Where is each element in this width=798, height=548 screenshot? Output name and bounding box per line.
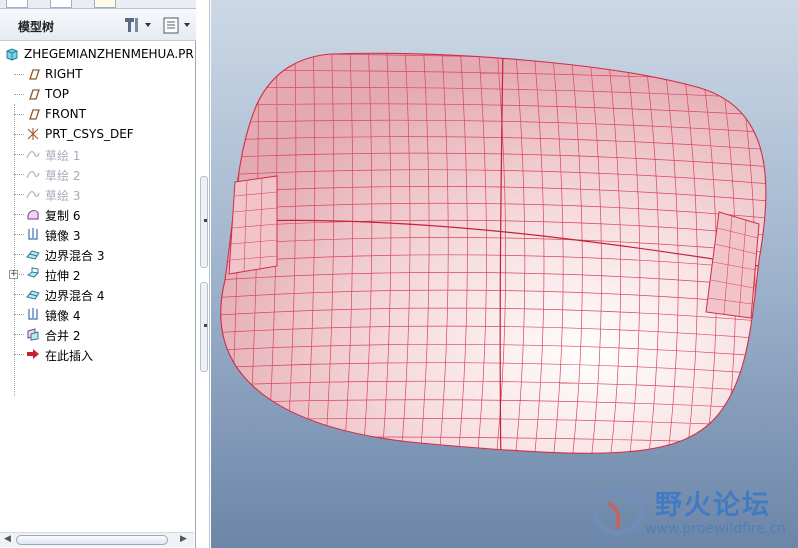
forum-logo-icon	[592, 487, 645, 536]
tree-connector	[14, 254, 24, 255]
scroll-right-icon[interactable]: ▶	[180, 534, 187, 544]
tree-item[interactable]: 复制 6	[0, 204, 194, 224]
surface-model[interactable]	[211, 0, 798, 548]
datum-plane-icon	[29, 109, 40, 120]
tree-item-label: 草绘 1	[45, 149, 81, 163]
sketch-icon	[26, 190, 40, 199]
splitter-grip-lower[interactable]	[200, 282, 208, 372]
tree-item-label: 镜像 4	[45, 309, 81, 323]
tree-item[interactable]: 镜像 4	[0, 304, 194, 324]
model-tree-toolbar: 模型树	[0, 9, 196, 41]
tree-item-label: FRONT	[45, 107, 86, 121]
tree-item-label: 边界混合 4	[45, 289, 105, 303]
tree-connector	[14, 154, 24, 155]
tree-item[interactable]: RIGHT	[0, 64, 194, 84]
tree-item[interactable]: 边界混合 3	[0, 244, 194, 264]
boundary-blend-icon	[26, 250, 40, 260]
insert-arrow-icon	[27, 349, 39, 359]
graphics-viewport[interactable]	[211, 0, 798, 548]
tree-item-label: PRT_CSYS_DEF	[45, 127, 134, 141]
tree-item-label: 边界混合 3	[45, 249, 105, 263]
scroll-left-icon[interactable]: ◀	[4, 534, 11, 544]
datum-plane-icon	[29, 89, 40, 100]
part-icon	[6, 48, 18, 61]
tree-connector	[14, 234, 24, 235]
watermark-url: www.proewildfire.cn	[645, 521, 787, 537]
tree-connector	[14, 194, 24, 195]
splitter-dot-lower	[204, 324, 207, 327]
splitter-grip-upper[interactable]	[200, 176, 208, 268]
tree-item-label: 在此插入	[45, 349, 94, 363]
tree-connector	[14, 134, 24, 135]
tree-connector	[14, 114, 24, 115]
tree-item-label: 合并 2	[45, 329, 81, 343]
mirror-icon	[28, 228, 38, 240]
tree-connector	[14, 354, 24, 355]
model-tree: ZHEGEMIANZHENMEHUA.PR RIGHT TOP FRONT PRT_C…	[0, 42, 194, 530]
tree-item-label: 草绘 3	[45, 189, 81, 203]
tab-model-tree[interactable]	[6, 0, 28, 8]
tree-connector	[14, 74, 24, 75]
datum-plane-icon	[29, 69, 40, 80]
tree-item[interactable]: 合并 2	[0, 324, 194, 344]
extrude-icon	[26, 267, 40, 278]
watermark-title: 野火论坛	[655, 490, 771, 521]
tree-root-label: ZHEGEMIANZHENMEHUA.PR	[24, 47, 194, 61]
expand-toggle[interactable]: +	[9, 270, 18, 279]
tree-connector	[14, 94, 24, 95]
model-tree-panel: 模型树 ZHEGEMIANZHENMEHUA.PR RIGHT TOP FRON…	[0, 0, 196, 548]
tree-item-label: 镜像 3	[45, 229, 81, 243]
tree-item-label: RIGHT	[45, 67, 83, 81]
tree-connector	[14, 174, 24, 175]
tree-item-label: 复制 6	[45, 209, 81, 223]
tree-connector	[14, 214, 24, 215]
splitter-dot-upper	[204, 219, 207, 222]
tree-item[interactable]: + 拉伸 2	[0, 264, 194, 284]
settings-tools-button[interactable]	[122, 15, 154, 35]
panel-title: 模型树	[18, 20, 55, 34]
tab-folder-browser[interactable]	[50, 0, 72, 8]
mirror-icon	[28, 308, 38, 320]
show-menu-button[interactable]	[162, 15, 194, 35]
tree-item[interactable]: 草绘 1	[0, 144, 194, 164]
tree-item[interactable]: 在此插入	[0, 344, 194, 364]
sketch-icon	[26, 150, 40, 159]
tree-item-label: 拉伸 2	[45, 269, 81, 283]
tree-item[interactable]: 镜像 3	[0, 224, 194, 244]
sketch-icon	[26, 170, 40, 179]
forum-watermark: 野火论坛 www.proewildfire.cn	[587, 481, 792, 543]
tab-favorites[interactable]	[94, 0, 116, 8]
tree-root[interactable]: ZHEGEMIANZHENMEHUA.PR	[0, 44, 194, 64]
panel-tabs	[0, 0, 196, 9]
tools-icon	[125, 18, 151, 32]
tree-item[interactable]: 草绘 2	[0, 164, 194, 184]
left-boundary-patch	[228, 175, 278, 275]
csys-icon	[27, 128, 39, 140]
copy-surface-icon	[27, 210, 39, 220]
tree-connector	[14, 294, 24, 295]
tree-item[interactable]: 边界混合 4	[0, 284, 194, 304]
horizontal-scrollbar[interactable]: ◀ ▶	[0, 532, 194, 547]
tree-connector	[14, 334, 24, 335]
boundary-blend-icon	[26, 290, 40, 300]
merge-icon	[27, 328, 39, 341]
surface-body	[220, 52, 767, 454]
tree-item[interactable]: 草绘 3	[0, 184, 194, 204]
tree-connector	[14, 314, 24, 315]
tree-item[interactable]: TOP	[0, 84, 194, 104]
panel-splitter[interactable]	[196, 0, 210, 548]
tree-item[interactable]: PRT_CSYS_DEF	[0, 124, 194, 144]
scrollbar-thumb[interactable]	[16, 535, 168, 545]
list-icon	[163, 17, 190, 34]
tree-item-label: TOP	[45, 87, 70, 101]
tree-item[interactable]: FRONT	[0, 104, 194, 124]
tree-item-label: 草绘 2	[45, 169, 81, 183]
